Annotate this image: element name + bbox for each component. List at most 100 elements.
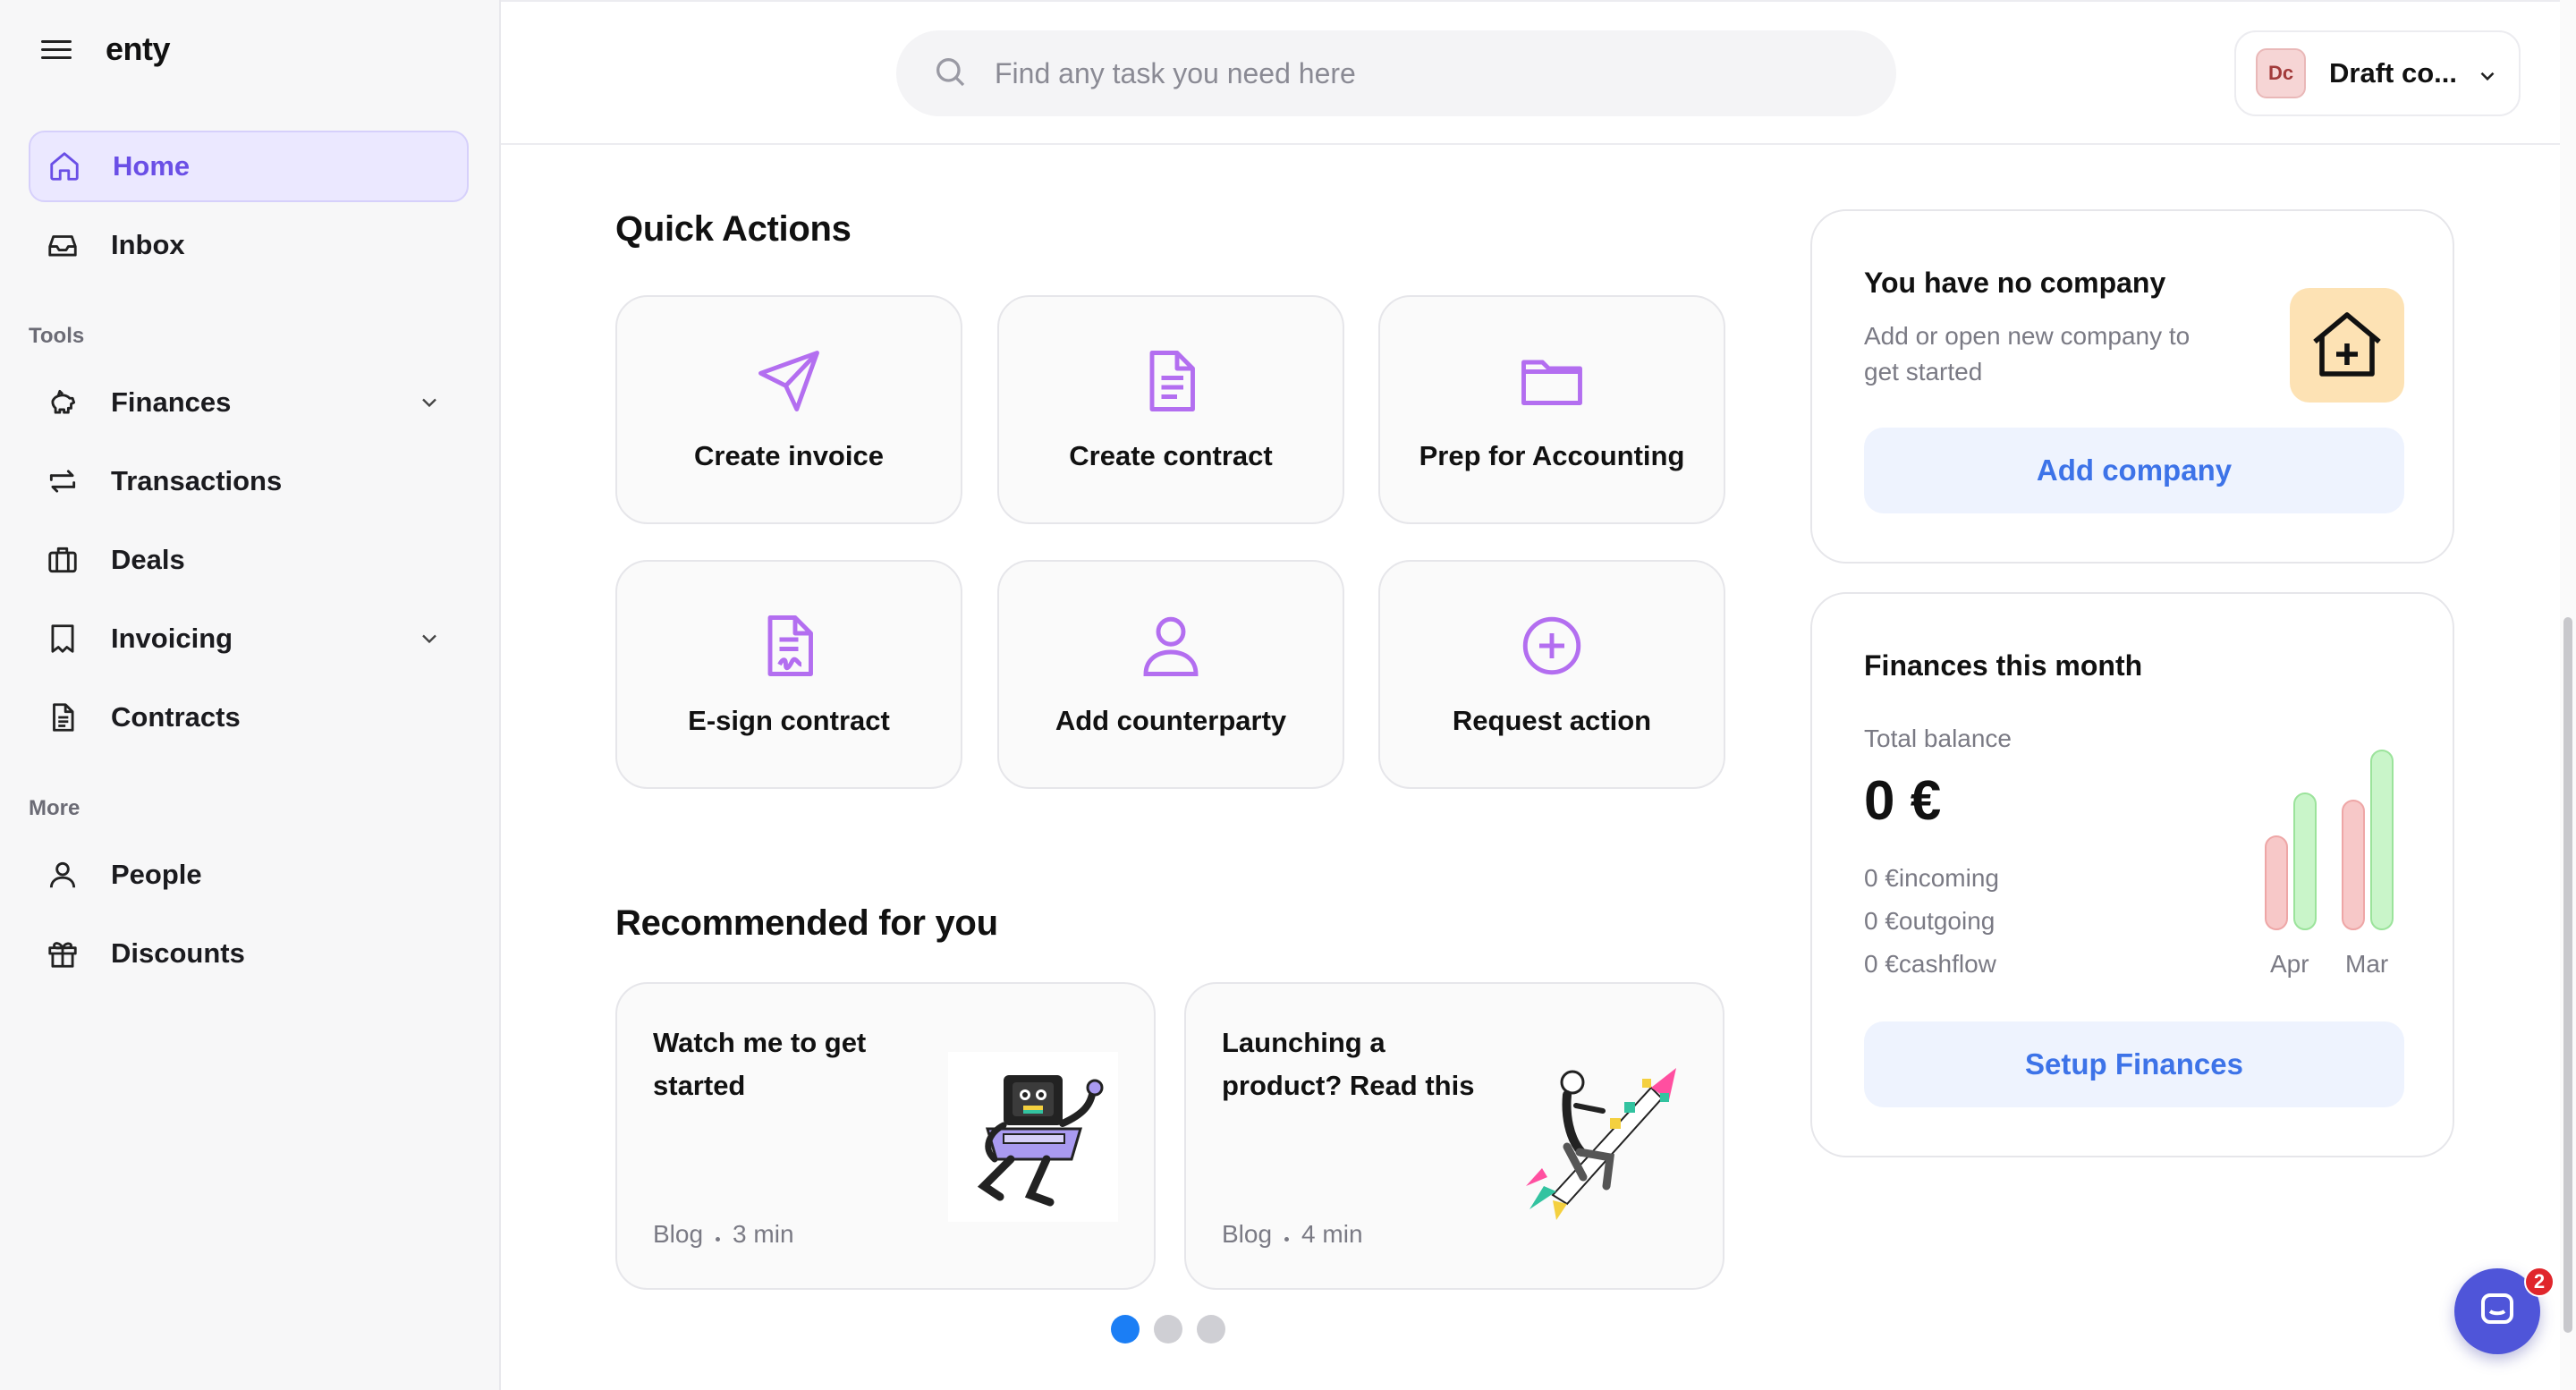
recommended-card-title: Launching a product? Read this — [1222, 1027, 1475, 1101]
incoming-value: 0 €incoming — [1864, 864, 1999, 892]
sidebar-item-people[interactable]: People — [29, 839, 469, 911]
plus-circle-icon — [1380, 608, 1724, 683]
sidebar-item-label: Discounts — [111, 937, 245, 969]
menu-icon[interactable] — [41, 38, 72, 60]
month-label: Apr — [2270, 950, 2309, 978]
sidebar-item-invoicing[interactable]: Invoicing — [29, 603, 469, 674]
total-balance-value: 0 € — [1864, 770, 1942, 832]
company-avatar: Dc — [2256, 48, 2306, 98]
quick-action-label: Create invoice — [694, 440, 884, 471]
quick-action-label: E-sign contract — [688, 705, 890, 736]
home-icon — [47, 148, 82, 184]
signature-document-icon — [617, 608, 961, 683]
sidebar-header: enty — [41, 30, 171, 68]
quick-actions-title: Quick Actions — [615, 209, 852, 249]
sidebar-item-deals[interactable]: Deals — [29, 524, 469, 596]
folder-icon — [1380, 343, 1724, 419]
total-balance-label: Total balance — [1864, 725, 2012, 752]
piggy-bank-icon — [45, 385, 80, 420]
paper-plane-icon — [617, 343, 961, 419]
search-input[interactable] — [995, 56, 1800, 90]
quick-action-label: Request action — [1452, 705, 1652, 736]
mar-incoming-bar — [2370, 750, 2394, 930]
quick-action-label: Create contract — [1069, 440, 1273, 471]
transfer-arrows-icon — [45, 463, 80, 499]
app-logo[interactable]: enty — [106, 30, 171, 68]
recommended-card-meta: Blog 3 min — [653, 1220, 794, 1249]
month-label: Mar — [2345, 950, 2389, 978]
carousel-dot[interactable] — [1154, 1315, 1182, 1343]
sidebar-item-label: Inbox — [111, 229, 185, 260]
read-time: 4 min — [1301, 1220, 1363, 1248]
user-icon — [999, 608, 1343, 683]
person-icon — [45, 857, 80, 893]
carousel-dot[interactable] — [1197, 1315, 1225, 1343]
add-company-button[interactable]: Add company — [1864, 428, 2404, 513]
finances-title: Finances this month — [1864, 649, 2143, 682]
sidebar-item-label: Transactions — [111, 465, 283, 496]
recommended-card[interactable]: Watch me to get started Blog 3 min — [615, 982, 1156, 1290]
sidebar-item-home[interactable]: Home — [29, 131, 469, 202]
search-icon — [932, 54, 968, 94]
sidebar-item-label: Home — [113, 150, 191, 182]
sidebar-item-finances[interactable]: Finances — [29, 367, 469, 438]
recommended-card[interactable]: Launching a product? Read this Blog 4 min — [1184, 982, 1724, 1290]
sidebar-item-label: Deals — [111, 544, 185, 575]
sidebar-item-label: Finances — [111, 386, 232, 418]
quick-action-prep-accounting[interactable]: Prep for Accounting — [1378, 295, 1725, 524]
no-company-description: Add or open new company to get started — [1864, 322, 2190, 386]
outgoing-value: 0 €outgoing — [1864, 907, 1996, 935]
recommended-card-meta: Blog 4 min — [1222, 1220, 1363, 1249]
finances-card: Finances this month Total balance 0 € 0 … — [1810, 592, 2454, 1157]
search-bar[interactable] — [896, 30, 1896, 116]
quick-action-esign-contract[interactable]: E-sign contract — [615, 560, 962, 789]
sidebar-item-contracts[interactable]: Contracts — [29, 682, 469, 753]
quick-action-create-contract[interactable]: Create contract — [997, 295, 1344, 524]
add-house-icon — [2290, 288, 2404, 403]
chevron-down-icon[interactable] — [417, 626, 442, 656]
scrollbar-thumb[interactable] — [2563, 617, 2572, 1333]
inbox-icon — [45, 227, 80, 263]
mar-outgoing-bar — [2342, 800, 2365, 930]
sidebar-item-inbox[interactable]: Inbox — [29, 209, 469, 281]
quick-action-label: Prep for Accounting — [1419, 440, 1685, 471]
setup-finances-button[interactable]: Setup Finances — [1864, 1021, 2404, 1107]
chevron-down-icon — [2476, 64, 2499, 92]
rocket-person-illustration — [1517, 1052, 1687, 1222]
document-icon — [45, 699, 80, 735]
recommended-title: Recommended for you — [615, 903, 998, 943]
chevron-down-icon[interactable] — [417, 390, 442, 420]
robot-laptop-illustration — [948, 1052, 1118, 1222]
read-time: 3 min — [733, 1220, 794, 1248]
company-switcher[interactable]: Dc Draft co... — [2234, 30, 2521, 116]
monthly-bars-chart: Apr Mar — [2240, 750, 2419, 993]
carousel-pagination — [1111, 1315, 1225, 1343]
sidebar-item-label: Invoicing — [111, 623, 233, 654]
apr-outgoing-bar — [2265, 835, 2288, 930]
apr-incoming-bar — [2293, 792, 2317, 930]
chat-icon — [2476, 1288, 2519, 1335]
quick-action-create-invoice[interactable]: Create invoice — [615, 295, 962, 524]
cashflow-value: 0 €cashflow — [1864, 950, 1996, 978]
top-header: Dc Draft co... — [501, 0, 2576, 145]
carousel-dot-active[interactable] — [1111, 1315, 1140, 1343]
sidebar-item-label: Contracts — [111, 701, 241, 733]
sidebar-item-discounts[interactable]: Discounts — [29, 918, 469, 989]
article-type: Blog — [653, 1220, 704, 1248]
section-label-tools: Tools — [29, 324, 85, 348]
sidebar-item-transactions[interactable]: Transactions — [29, 445, 469, 517]
chat-unread-badge: 2 — [2524, 1267, 2555, 1297]
no-company-title: You have no company — [1864, 267, 2166, 299]
company-name: Draft co... — [2329, 57, 2457, 89]
quick-action-label: Add counterparty — [1055, 705, 1287, 736]
quick-action-request-action[interactable]: Request action — [1378, 560, 1725, 789]
recommended-card-title: Watch me to get started — [653, 1027, 867, 1101]
sidebar: enty Home Inbox Tools Finances Transacti… — [0, 0, 501, 1390]
article-type: Blog — [1222, 1220, 1273, 1248]
section-label-more: More — [29, 796, 80, 820]
sidebar-item-label: People — [111, 859, 202, 890]
quick-action-add-counterparty[interactable]: Add counterparty — [997, 560, 1344, 789]
no-company-card: You have no company Add or open new comp… — [1810, 209, 2454, 564]
document-icon — [999, 343, 1343, 419]
gift-icon — [45, 936, 80, 971]
